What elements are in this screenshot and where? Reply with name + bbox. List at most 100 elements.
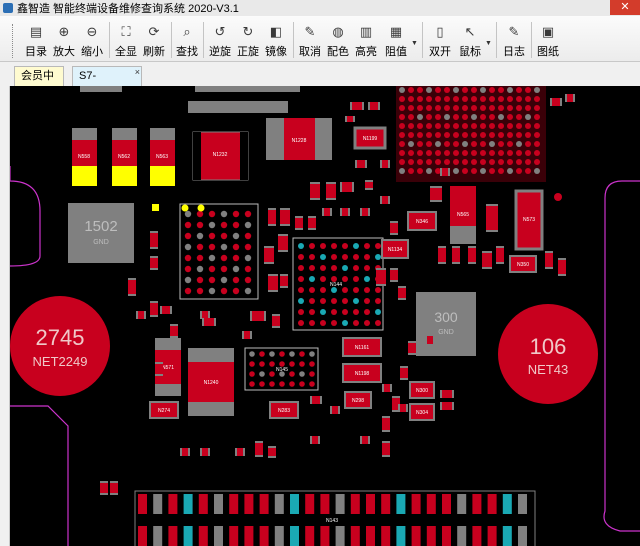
- label-n1161: N1161: [355, 345, 370, 351]
- mirror-label: 镜像: [265, 46, 287, 58]
- ball-pad: [462, 141, 468, 147]
- resistance-button[interactable]: ▦ 阻值: [382, 22, 410, 58]
- ball-pad: [507, 141, 513, 147]
- mouse-dropdown-icon[interactable]: ▼: [485, 40, 492, 47]
- smd-terminal: [110, 493, 118, 495]
- cancel-button[interactable]: ✎ 取消: [296, 22, 324, 58]
- smd-terminal: [398, 404, 400, 412]
- connector-pin: [442, 526, 451, 546]
- dual-open-button[interactable]: ▯ 双开: [426, 22, 454, 58]
- smd-component: [440, 390, 454, 398]
- ball-pad: [364, 254, 370, 260]
- ball-pad: [331, 265, 337, 271]
- ball-pad: [516, 123, 522, 129]
- mouse-button[interactable]: ↖ 鼠标: [456, 22, 484, 58]
- ball-pad: [534, 114, 540, 120]
- tab-close-icon[interactable]: ×: [135, 63, 140, 81]
- rotate-ccw-button[interactable]: ↺ 逆旋: [206, 22, 234, 58]
- ball-pad: [462, 150, 468, 156]
- zoom-in-button[interactable]: ⊕ 放大: [50, 22, 78, 58]
- ball-pad: [208, 210, 216, 218]
- smd-terminal: [255, 455, 263, 457]
- toolbar-separator: [171, 22, 172, 58]
- ball-pad: [489, 159, 495, 165]
- ball-pad: [453, 132, 459, 138]
- ball-pad: [426, 114, 432, 120]
- ball-pad: [417, 123, 423, 129]
- window-close-button[interactable]: ✕: [610, 0, 640, 15]
- smd-component: [310, 182, 320, 200]
- ball-pad: [417, 105, 423, 111]
- bga-mid-left: [184, 210, 252, 295]
- smd-component: [545, 251, 553, 269]
- smd-terminal: [496, 246, 504, 248]
- catalog-button[interactable]: ▤ 目录: [22, 22, 50, 58]
- highlight-button[interactable]: ▥ 高亮: [352, 22, 380, 58]
- color-button[interactable]: ◍ 配色: [324, 22, 352, 58]
- ball-pad: [462, 105, 468, 111]
- ball-pad: [525, 132, 531, 138]
- smd-terminal: [482, 251, 492, 253]
- smd-terminal: [438, 262, 446, 264]
- smd-terminal: [433, 336, 435, 344]
- connector-pin: [290, 526, 299, 546]
- ball-pad: [298, 276, 304, 282]
- ball-pad: [525, 114, 531, 120]
- ball-pad: [399, 141, 405, 147]
- search-button[interactable]: ⌕ 查找: [174, 22, 200, 58]
- ball-pad: [525, 87, 531, 93]
- smd-component: [170, 324, 178, 338]
- mirror-button[interactable]: ◧ 镜像: [262, 22, 290, 58]
- pcb-canvas[interactable]: N558 N562 N563 N1232 N1228 N1199 1502 GN…: [10, 86, 640, 546]
- ball-pad: [417, 87, 423, 93]
- refresh-button[interactable]: ⟳ 刷新: [140, 22, 168, 58]
- ball-pad: [498, 105, 504, 111]
- smd-component: [382, 416, 390, 432]
- ball-pad: [471, 96, 477, 102]
- label-n563: N563: [156, 154, 168, 160]
- smd-terminal: [208, 311, 210, 319]
- smd-terminal: [496, 262, 504, 264]
- ball-pad: [480, 114, 486, 120]
- smd-component: [268, 274, 278, 292]
- ball-pad: [516, 114, 522, 120]
- ball-pad: [426, 123, 432, 129]
- ball-pad: [269, 361, 275, 367]
- smd-component: [438, 246, 446, 264]
- ball-pad: [320, 309, 326, 315]
- ball-pad: [279, 351, 285, 357]
- smd-terminal: [160, 306, 162, 314]
- ball-pad: [435, 114, 441, 120]
- tab-pcb-file[interactable]: S7-935D.pcb ×: [72, 63, 142, 100]
- drawing-button[interactable]: ▣ 图纸: [534, 22, 562, 58]
- pcb-drawing[interactable]: N558 N562 N563 N1232 N1228 N1199 1502 GN…: [10, 86, 640, 546]
- resistance-dropdown-icon[interactable]: ▼: [411, 40, 418, 47]
- rotate-cw-button[interactable]: ↻ 正旋: [234, 22, 262, 58]
- smd-terminal: [390, 384, 392, 392]
- large-pad-value: 106: [530, 334, 567, 359]
- ball-pad: [444, 105, 450, 111]
- tab-member-center[interactable]: 会员中心: [14, 66, 64, 100]
- log-button[interactable]: ✎ 日志: [500, 22, 528, 58]
- ball-pad: [507, 150, 513, 156]
- smd-terminal: [388, 196, 390, 204]
- ball-pad: [525, 96, 531, 102]
- ball-pad: [309, 298, 315, 304]
- fit-all-button[interactable]: ⛶ 全显: [112, 22, 140, 58]
- ball-pad: [320, 276, 326, 282]
- rotate-cw-label: 正旋: [237, 46, 259, 58]
- ball-pad: [289, 381, 295, 387]
- ball-pad: [309, 309, 315, 315]
- zoom-out-icon: ⊖: [86, 24, 98, 39]
- cancel-icon: ✎: [304, 24, 316, 39]
- smd-component: [278, 234, 288, 252]
- board-outline: [10, 166, 41, 267]
- ball-pad: [516, 96, 522, 102]
- ball-pad: [471, 132, 477, 138]
- fit-all-label: 全显: [115, 46, 137, 58]
- zoom-out-button[interactable]: ⊖ 缩小: [78, 22, 106, 58]
- smd-terminal: [340, 208, 342, 216]
- smd-terminal: [440, 402, 442, 410]
- smd-component: [390, 221, 398, 235]
- smd-component: [382, 441, 390, 457]
